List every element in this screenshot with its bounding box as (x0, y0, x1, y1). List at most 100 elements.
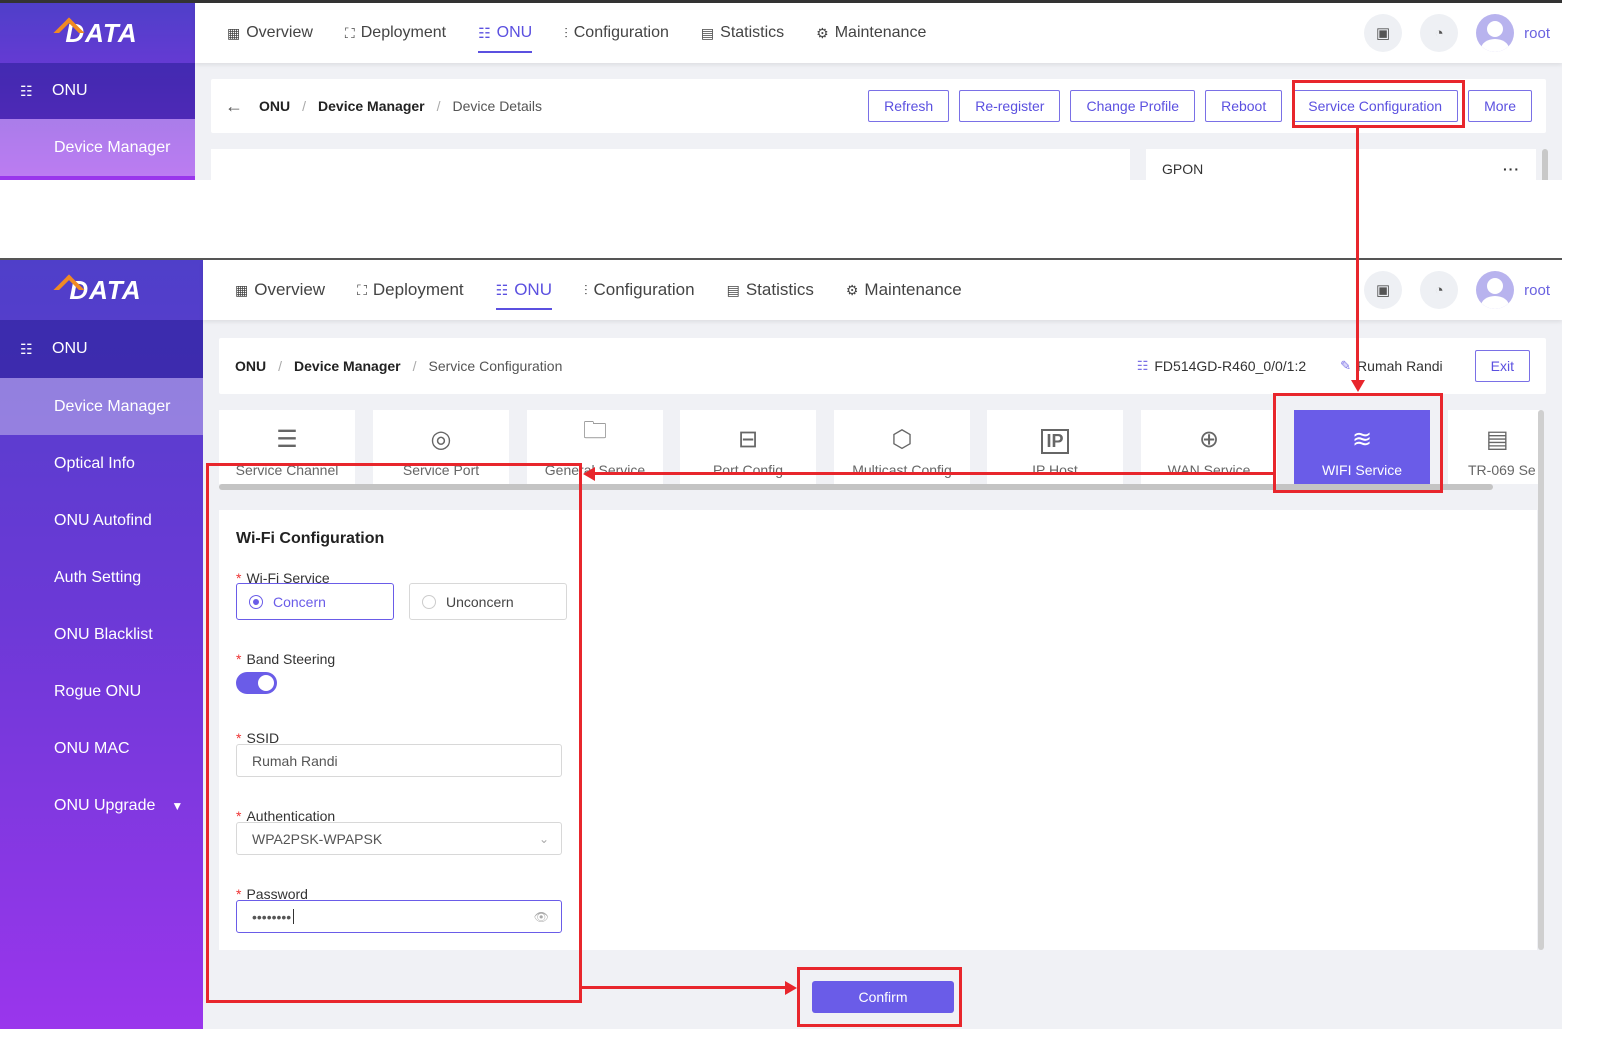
ip-icon: IP (1041, 429, 1069, 454)
re-register-button[interactable]: Re-register (959, 90, 1061, 122)
sidebar: DATA ☷ ONU Device Manager Optical Info O… (0, 260, 203, 1029)
change-profile-button[interactable]: Change Profile (1070, 90, 1196, 122)
dashboard-icon[interactable]: ◔ (1420, 271, 1459, 309)
nav-configuration[interactable]: ⫶ Configuration (584, 260, 695, 320)
brand-logo[interactable]: DATA (0, 3, 195, 63)
breadcrumb-separator: / (412, 358, 417, 374)
list-icon: ☰ (276, 426, 298, 453)
topology-icon: ⛶ (357, 281, 367, 298)
nav-label: Overview (246, 24, 313, 41)
nav-label: Overview (254, 280, 326, 299)
nav-label: Maintenance (834, 24, 927, 41)
document-icon: ▤ (1486, 426, 1509, 453)
tab-label: IP Host (1032, 462, 1078, 478)
avatar[interactable] (1476, 14, 1515, 52)
sidebar-section-onu[interactable]: ☷ ONU (0, 63, 195, 119)
top-nav: ▦ Overview ⛶ Deployment ☷ ONU ⫶ Configuratio… (195, 3, 1562, 63)
onu-icon: ☷ (20, 82, 33, 99)
scrollbar[interactable] (1542, 149, 1548, 180)
sidebar-item-rogue-onu[interactable]: Rogue ONU (0, 663, 203, 720)
user-name[interactable]: root (1524, 25, 1550, 42)
nav-maintenance[interactable]: ⚙ Maintenance (816, 3, 926, 63)
nav-label: ONU (514, 280, 552, 299)
device-description: Rumah Randi (1357, 358, 1443, 374)
nav-label: Maintenance (864, 280, 962, 299)
folder-gear-icon: 🗀 (583, 417, 607, 444)
onu-icon: ☷ (478, 24, 491, 41)
breadcrumb-onu[interactable]: ONU (259, 98, 290, 114)
sidebar-item-device-manager[interactable]: Device Manager (0, 378, 203, 435)
sliders-icon: ⫶ (564, 24, 568, 41)
sidebar-item-device-manager[interactable]: Device Manager (0, 119, 195, 176)
sliders-icon: ⫶ (583, 281, 588, 298)
save-icon[interactable]: ▣ (1364, 271, 1403, 309)
tab-label: Port Config (712, 462, 784, 478)
sidebar-item-onu-autofind[interactable]: ONU Autofind (0, 492, 203, 549)
breadcrumb-device-manager[interactable]: Device Manager (318, 98, 425, 114)
arrow-line (582, 986, 785, 989)
sidebar-item-onu-upgrade[interactable]: ONU Upgrade ▼ (0, 777, 203, 834)
nav-label: Statistics (745, 280, 814, 299)
breadcrumb-separator: / (278, 358, 283, 374)
more-dots-icon[interactable]: ··· (1503, 161, 1520, 177)
nav-deployment[interactable]: ⛶ Deployment (345, 3, 446, 63)
arrow-right-icon (785, 981, 797, 995)
nav-maintenance[interactable]: ⚙ Maintenance (846, 260, 962, 320)
breadcrumb-separator: / (436, 98, 441, 114)
highlight-service-configuration (1292, 80, 1465, 128)
sidebar-item-optical-info[interactable]: Optical Info (0, 435, 203, 492)
top-right-tools: ▣ ◔ root (1346, 14, 1550, 52)
reboot-button[interactable]: Reboot (1205, 90, 1283, 122)
nav-statistics[interactable]: ▤ Statistics (727, 260, 814, 320)
nav-label: ONU (496, 24, 533, 41)
grid-icon: ▦ (227, 24, 241, 41)
breadcrumb-current: Service Configuration (428, 358, 563, 374)
more-button[interactable]: More (1468, 90, 1532, 122)
content-scrollbar[interactable] (1538, 410, 1544, 950)
breadcrumb-device-manager[interactable]: Device Manager (294, 358, 401, 374)
device-name: FD514GD-R460_0/0/1:2 (1154, 358, 1307, 374)
sidebar-item-onu-mac[interactable]: ONU MAC (0, 720, 203, 777)
sidebar-section-onu[interactable]: ☷ ONU (0, 320, 203, 378)
nav-onu[interactable]: ☷ ONU (478, 3, 533, 63)
brand-logo[interactable]: DATA (0, 260, 203, 320)
breadcrumb-bar: ONU / Device Manager / Service Configura… (219, 338, 1546, 394)
breadcrumb-current: Device Details (452, 98, 542, 114)
globe-icon: ⊕ (1198, 426, 1220, 453)
tab-tr069-service[interactable]: ▤ TR-069 Se (1448, 410, 1540, 484)
nav-label: Configuration (573, 24, 669, 41)
back-arrow-icon[interactable]: ← (225, 96, 243, 117)
refresh-button[interactable]: Refresh (868, 90, 950, 122)
user-name[interactable]: root (1524, 282, 1550, 299)
sidebar-item-onu-blacklist[interactable]: ONU Blacklist (0, 606, 203, 663)
onu-icon: ☷ (20, 340, 33, 357)
sidebar: DATA ☷ ONU Device Manager (0, 3, 195, 180)
hexagon-icon: ⬡ (891, 426, 913, 453)
avatar[interactable] (1476, 271, 1515, 309)
tab-label: Multicast Config (852, 462, 952, 478)
sidebar-item-auth-setting[interactable]: Auth Setting (0, 549, 203, 606)
exit-button[interactable]: Exit (1474, 350, 1530, 382)
device-info-card (211, 149, 1130, 180)
nav-statistics[interactable]: ▤ Statistics (701, 3, 784, 63)
dashboard-icon[interactable]: ◔ (1420, 14, 1459, 52)
nav-onu[interactable]: ☷ ONU (495, 260, 553, 320)
stats-icon: ▤ (726, 281, 740, 298)
nav-configuration[interactable]: ⫶ Configuration (564, 3, 669, 63)
gpon-card: GPON ··· (1146, 149, 1536, 180)
nav-overview[interactable]: ▦ Overview (235, 260, 325, 320)
target-icon: ◎ (430, 426, 452, 453)
sidebar-section-label: ONU (52, 340, 88, 357)
stats-icon: ▤ (700, 24, 715, 41)
nav-deployment[interactable]: ⛶ Deployment (357, 260, 464, 320)
top-right-tools: ▣ ◔ root (1346, 271, 1550, 309)
onu-icon: ☷ (495, 281, 509, 298)
breadcrumb-onu[interactable]: ONU (235, 358, 266, 374)
nav-overview[interactable]: ▦ Overview (227, 3, 313, 63)
sidebar-item-label: ONU Upgrade (54, 796, 156, 814)
onu-icon: ☷ (1136, 358, 1149, 373)
save-icon[interactable]: ▣ (1364, 14, 1403, 52)
edit-note-icon: ✎ (1340, 358, 1352, 373)
gear-icon: ⚙ (845, 281, 859, 298)
chevron-down-icon: ▼ (171, 798, 184, 813)
